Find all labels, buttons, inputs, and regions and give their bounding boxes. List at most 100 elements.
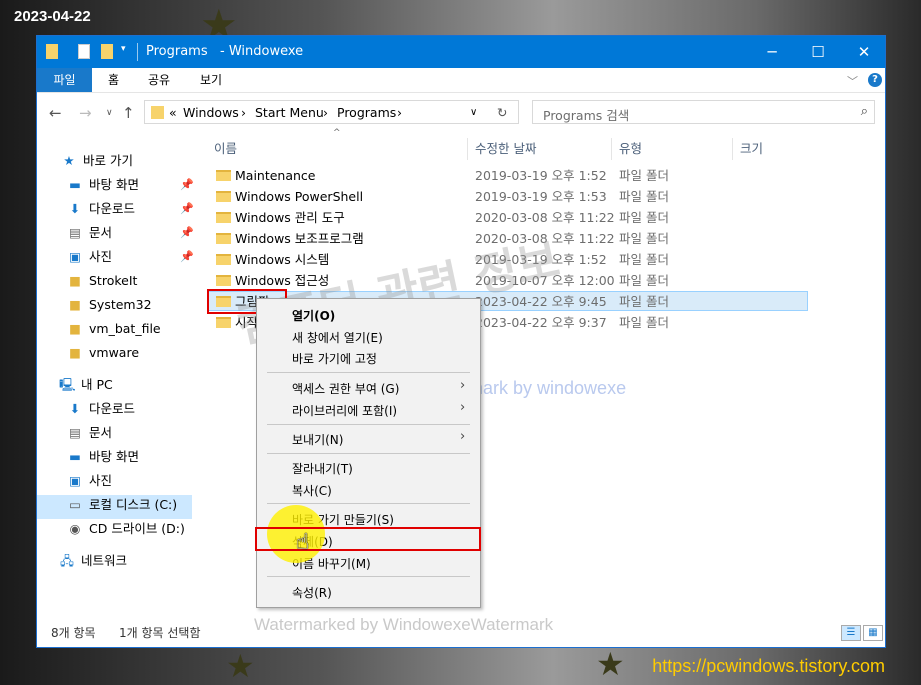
column-size[interactable]: 크기: [740, 138, 763, 160]
menu-give-access[interactable]: 액세스 권한 부여 (G): [292, 380, 399, 397]
refresh-icon[interactable]: ↻: [497, 105, 507, 120]
sort-arrow-icon: ^: [333, 128, 341, 138]
column-separator[interactable]: [611, 138, 612, 160]
folder-icon: [216, 317, 231, 328]
details-view-icon[interactable]: ☰: [841, 625, 861, 641]
breadcrumb-separator-icon: ›: [323, 105, 328, 120]
folder-icon: [216, 233, 231, 244]
minimize-button[interactable]: ─: [749, 36, 795, 68]
menu-cut[interactable]: 잘라내기(T): [292, 460, 353, 477]
breadcrumb-prefix[interactable]: «: [169, 105, 177, 120]
file-type: 파일 폴더: [619, 273, 669, 288]
breadcrumb-windows[interactable]: Windows: [183, 105, 239, 120]
pictures-icon: ▣: [69, 473, 81, 488]
menu-copy[interactable]: 복사(C): [292, 482, 332, 499]
menu-separator: [267, 503, 470, 504]
column-separator[interactable]: [732, 138, 733, 160]
nav-pictures[interactable]: ▣ 사진: [67, 245, 112, 269]
quick-access-dropdown-icon[interactable]: ▾: [121, 44, 126, 54]
column-name[interactable]: 이름: [214, 138, 237, 160]
address-dropdown-icon[interactable]: ∨: [470, 107, 477, 118]
file-name: Windows PowerShell: [235, 189, 364, 204]
menu-open-new-window[interactable]: 새 창에서 열기(E): [292, 329, 383, 346]
expand-ribbon-icon[interactable]: ﹀: [847, 73, 858, 89]
folder-icon: [216, 191, 231, 202]
nav-pc-downloads[interactable]: ⬇ 다운로드: [67, 397, 135, 421]
nav-pc-desktop[interactable]: ▬ 바탕 화면: [67, 445, 139, 469]
nav-local-disk[interactable]: ▭ 로컬 디스크 (C:): [67, 493, 177, 517]
tab-file[interactable]: 파일: [37, 68, 92, 92]
back-arrow-icon[interactable]: ←: [49, 104, 62, 122]
breadcrumb-separator-icon: ›: [397, 105, 402, 120]
forward-arrow-icon[interactable]: →: [79, 104, 92, 122]
folder-icon: ■: [69, 273, 81, 288]
breadcrumb-separator-icon: ›: [241, 105, 246, 120]
folder-icon: ■: [69, 321, 81, 336]
search-placeholder: Programs 검색: [543, 108, 630, 123]
breadcrumb-start-menu[interactable]: Start Menu: [255, 105, 324, 120]
document-icon: ▤: [69, 225, 81, 240]
folder-icon: [46, 44, 58, 59]
download-icon: ⬇: [69, 401, 81, 416]
delete-highlight-box: [255, 527, 481, 551]
document-icon: ▤: [69, 425, 81, 440]
date-label: 2023-04-22: [14, 8, 91, 25]
title-bar: ▾ Programs - Windowexe ─ ☐ ✕: [37, 36, 885, 68]
nav-quick-access[interactable]: ★ 바로 가기: [61, 149, 133, 173]
tab-share[interactable]: 공유: [148, 68, 170, 92]
nav-strokeit[interactable]: ■ StrokeIt: [67, 269, 137, 293]
nav-vmware[interactable]: ■ vmware: [67, 341, 139, 365]
nav-network[interactable]: 🖧 네트워크: [59, 549, 127, 573]
file-type: 파일 폴더: [619, 231, 669, 246]
menu-send-to[interactable]: 보내기(N): [292, 431, 343, 448]
file-type: 파일 폴더: [619, 168, 669, 183]
status-selected-count: 1개 항목 선택함: [119, 626, 201, 640]
folder-icon: ■: [69, 345, 81, 360]
tab-home[interactable]: 홈: [108, 68, 119, 92]
nav-pc-documents[interactable]: ▤ 문서: [67, 421, 112, 445]
file-name: Windows 보조프로그램: [235, 231, 364, 246]
nav-desktop[interactable]: ▬ 바탕 화면: [67, 173, 139, 197]
hand-cursor-icon: ☝: [296, 530, 310, 555]
menu-open[interactable]: 열기(O): [292, 307, 335, 324]
breadcrumb-programs[interactable]: Programs: [337, 105, 396, 120]
search-icon: ⌕: [860, 104, 868, 119]
menu-properties[interactable]: 속성(R): [292, 584, 332, 601]
folder-icon: ■: [69, 297, 81, 312]
properties-icon[interactable]: [78, 44, 90, 59]
new-folder-icon[interactable]: [101, 44, 113, 59]
close-button[interactable]: ✕: [841, 36, 885, 68]
submenu-arrow-icon: ›: [460, 378, 466, 393]
desktop-icon: ▬: [69, 449, 81, 464]
recent-dropdown-icon[interactable]: ∨: [106, 108, 113, 118]
nav-downloads[interactable]: ⬇ 다운로드: [67, 197, 135, 221]
submenu-arrow-icon: ›: [460, 429, 466, 444]
nav-this-pc[interactable]: 🖳 내 PC: [59, 373, 113, 397]
star-icon: ★: [63, 153, 75, 168]
menu-separator: [267, 424, 470, 425]
nav-system32[interactable]: ■ System32: [67, 293, 151, 317]
maximize-button[interactable]: ☐: [795, 36, 841, 68]
column-separator[interactable]: [467, 138, 468, 160]
computer-icon: 🖳: [59, 377, 76, 392]
search-box[interactable]: Programs 검색 ⌕: [532, 100, 875, 124]
up-arrow-icon[interactable]: ↑: [122, 104, 135, 122]
file-name: Windows 관리 도구: [235, 210, 345, 225]
nav-documents[interactable]: ▤ 문서: [67, 221, 112, 245]
address-bar[interactable]: « Windows › Start Menu › Programs › ∨ ↻: [144, 100, 519, 124]
column-type[interactable]: 유형: [619, 138, 642, 160]
folder-icon: [216, 254, 231, 265]
menu-pin-quick-access[interactable]: 바로 가기에 고정: [292, 350, 377, 367]
tab-view[interactable]: 보기: [200, 68, 222, 92]
nav-pc-pictures[interactable]: ▣ 사진: [67, 469, 112, 493]
pin-icon: 📌: [180, 226, 194, 239]
nav-vm-bat-file[interactable]: ■ vm_bat_file: [67, 317, 161, 341]
pictures-icon: ▣: [69, 249, 81, 264]
help-icon[interactable]: ?: [868, 73, 882, 87]
column-date[interactable]: 수정한 날짜: [475, 138, 536, 160]
menu-include-library[interactable]: 라이브러리에 포함(I): [292, 402, 397, 419]
file-date: 2019-03-19 오후 1:52: [475, 168, 607, 183]
nav-cd-drive[interactable]: ◉ CD 드라이브 (D:): [67, 517, 185, 541]
pin-icon: 📌: [180, 250, 194, 263]
large-icons-view-icon[interactable]: ▦: [863, 625, 883, 641]
